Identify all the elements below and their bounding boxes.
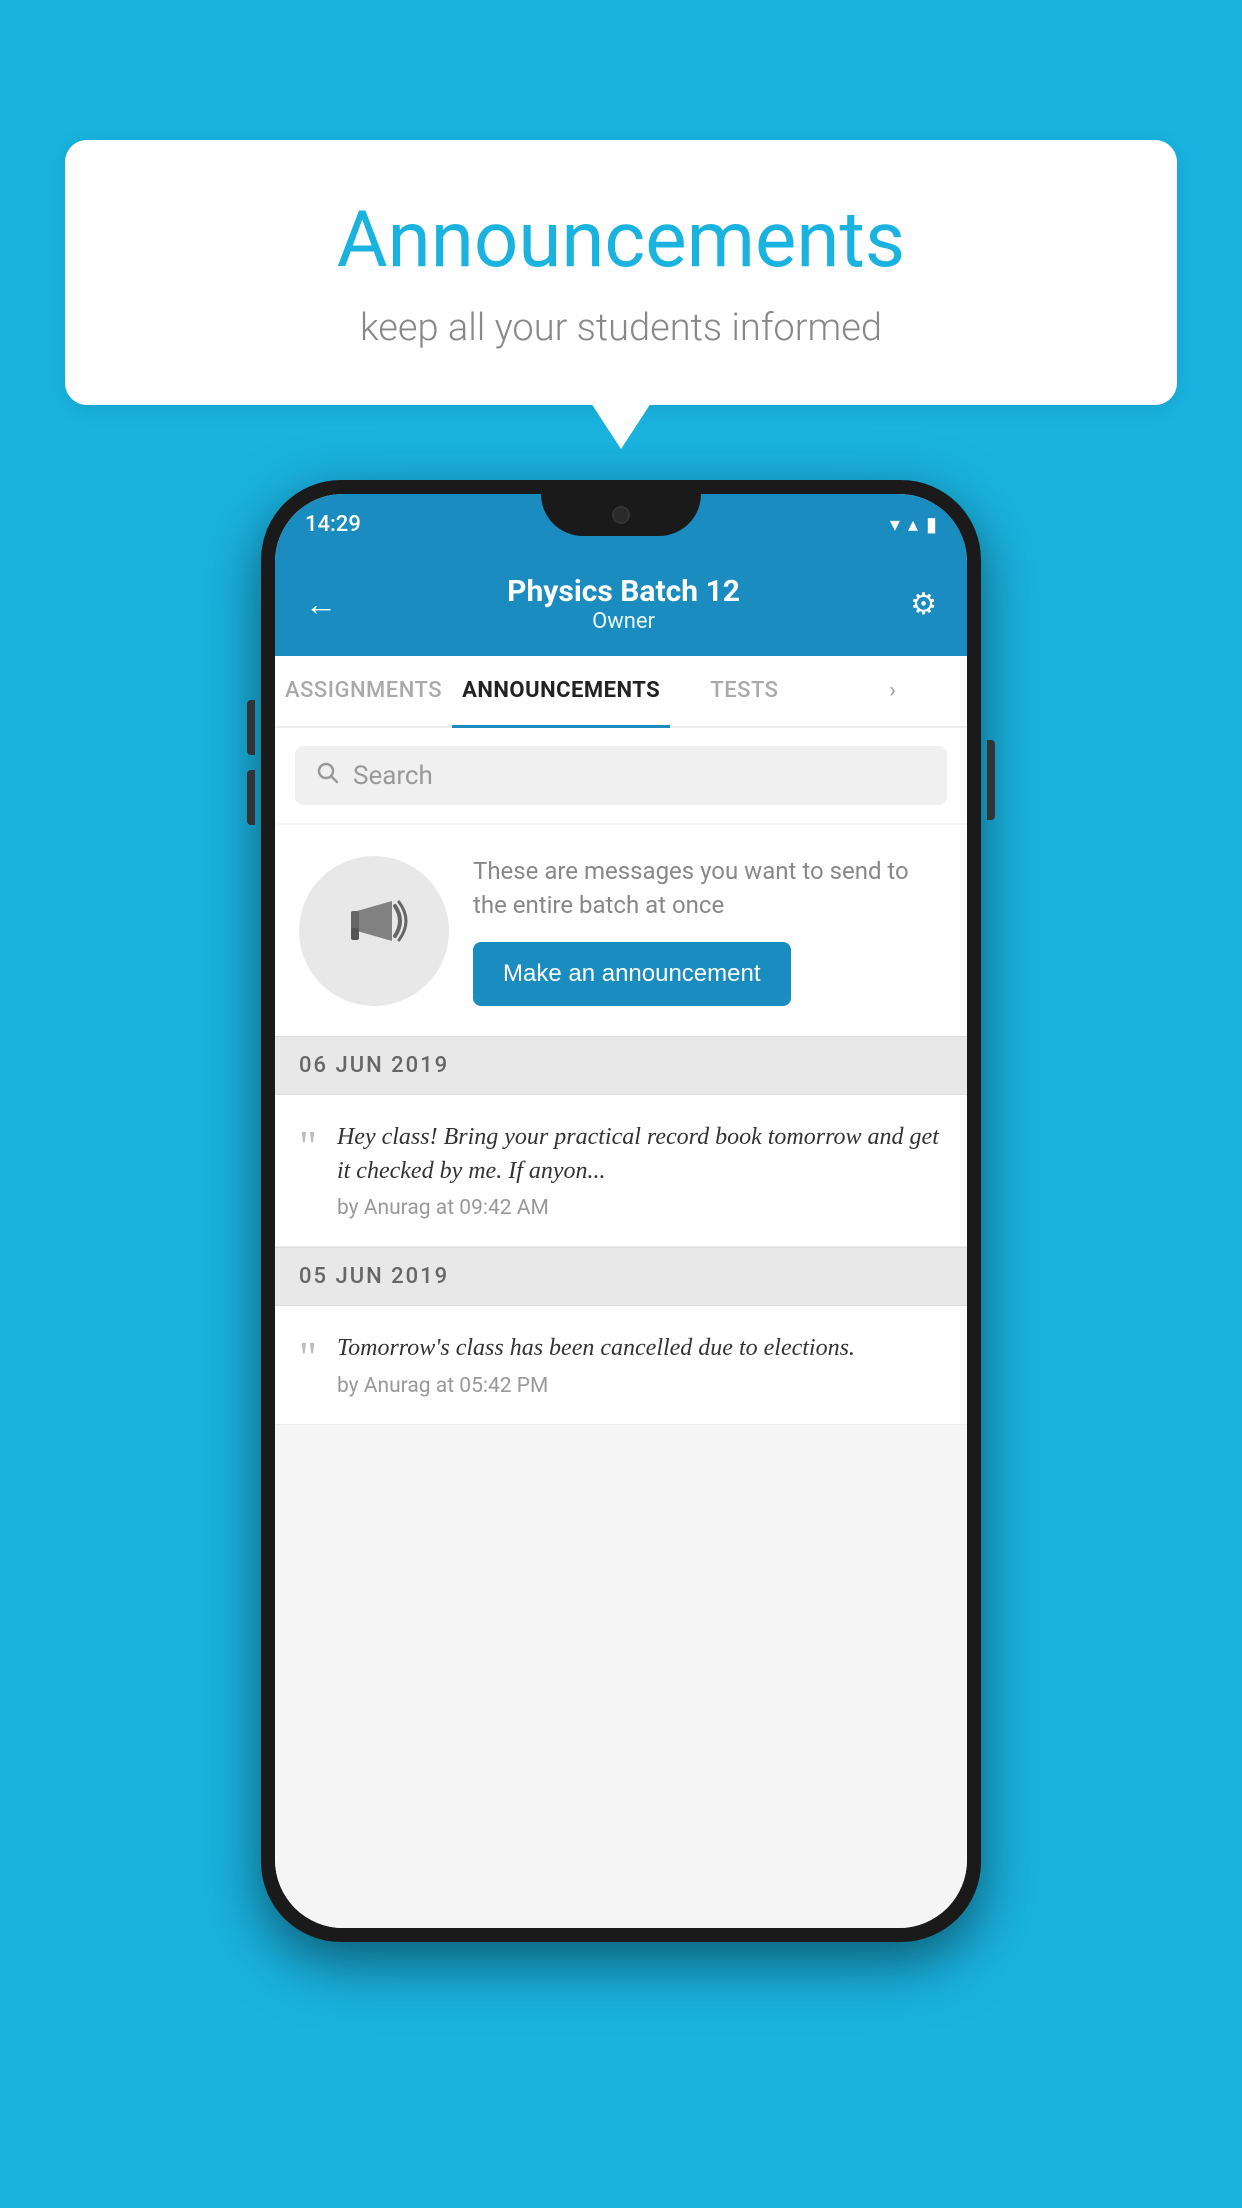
promo-content: These are messages you want to send to t…	[473, 855, 943, 1006]
announcement-item-2[interactable]: " Tomorrow's class has been cancelled du…	[275, 1306, 967, 1425]
volume-down-button	[247, 770, 255, 825]
content-area: Search	[275, 728, 967, 1928]
announcement-text-2: Tomorrow's class has been cancelled due …	[337, 1332, 943, 1398]
announcement-message-1: Hey class! Bring your practical record b…	[337, 1121, 943, 1188]
tab-more[interactable]: ›	[819, 656, 967, 726]
search-icon	[315, 760, 339, 791]
make-announcement-button[interactable]: Make an announcement	[473, 942, 791, 1006]
announcement-message-2: Tomorrow's class has been cancelled due …	[337, 1332, 943, 1366]
phone-outer: 14:29 ▾ ▴ ▮ ← Physics Batch 12 Owner ⚙	[261, 480, 981, 1942]
volume-up-button	[247, 700, 255, 755]
tab-assignments[interactable]: ASSIGNMENTS	[275, 656, 452, 726]
announcement-icon	[337, 886, 412, 976]
back-button[interactable]: ←	[305, 585, 337, 623]
signal-icon: ▴	[908, 512, 918, 536]
announcement-text-1: Hey class! Bring your practical record b…	[337, 1121, 943, 1220]
speech-bubble-subtitle: keep all your students informed	[125, 306, 1117, 350]
header-center: Physics Batch 12 Owner	[507, 574, 740, 634]
announcement-item-1[interactable]: " Hey class! Bring your practical record…	[275, 1095, 967, 1247]
tab-announcements[interactable]: ANNOUNCEMENTS	[452, 656, 670, 728]
announcement-meta-2: by Anurag at 05:42 PM	[337, 1374, 943, 1398]
promo-icon-circle	[299, 856, 449, 1006]
tabs-container: ASSIGNMENTS ANNOUNCEMENTS TESTS ›	[275, 656, 967, 728]
phone-screen: 14:29 ▾ ▴ ▮ ← Physics Batch 12 Owner ⚙	[275, 494, 967, 1928]
power-button	[987, 740, 995, 820]
batch-title: Physics Batch 12	[507, 574, 740, 609]
wifi-icon: ▾	[890, 512, 900, 536]
quote-icon-2: "	[299, 1336, 317, 1380]
battery-icon: ▮	[926, 512, 937, 536]
speech-bubble-title: Announcements	[125, 195, 1117, 286]
announcement-meta-1: by Anurag at 09:42 AM	[337, 1196, 943, 1220]
search-input-wrapper[interactable]: Search	[295, 746, 947, 805]
date-separator-1: 06 JUN 2019	[275, 1036, 967, 1095]
speech-bubble: Announcements keep all your students inf…	[65, 140, 1177, 405]
camera-dot	[612, 506, 630, 524]
app-header: ← Physics Batch 12 Owner ⚙	[275, 554, 967, 656]
status-time: 14:29	[305, 512, 361, 537]
speech-bubble-container: Announcements keep all your students inf…	[65, 140, 1177, 405]
promo-section: These are messages you want to send to t…	[275, 825, 967, 1036]
search-bar: Search	[275, 728, 967, 823]
tab-tests[interactable]: TESTS	[670, 656, 818, 726]
date-separator-2: 05 JUN 2019	[275, 1247, 967, 1306]
promo-description: These are messages you want to send to t…	[473, 855, 943, 922]
settings-button[interactable]: ⚙	[910, 587, 937, 622]
phone-wrapper: 14:29 ▾ ▴ ▮ ← Physics Batch 12 Owner ⚙	[261, 480, 981, 1942]
status-bar: 14:29 ▾ ▴ ▮	[275, 494, 967, 554]
owner-label: Owner	[507, 609, 740, 634]
quote-icon-1: "	[299, 1125, 317, 1169]
search-placeholder: Search	[353, 761, 433, 791]
notch	[541, 494, 701, 536]
status-icons: ▾ ▴ ▮	[890, 512, 937, 536]
